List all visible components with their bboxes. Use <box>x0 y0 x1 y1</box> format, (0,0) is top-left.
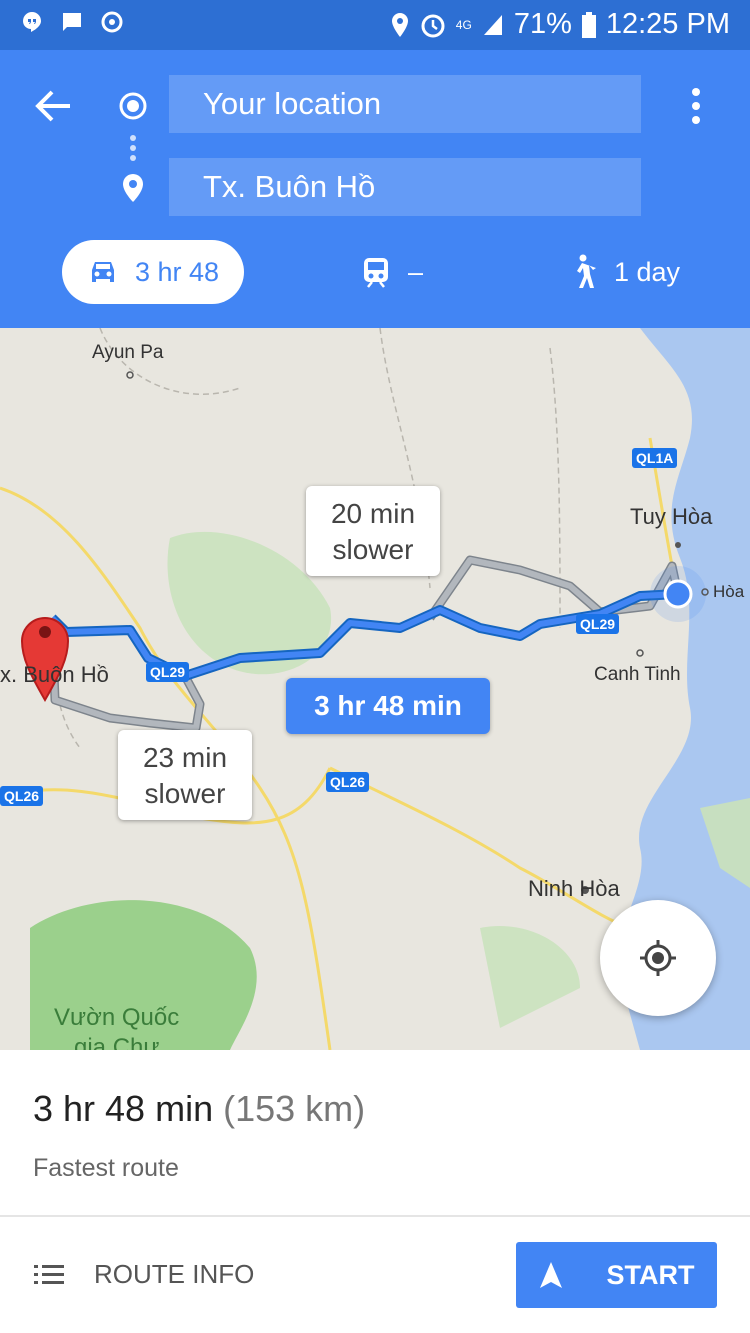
road-shield-ql29: QL29 <box>576 614 620 634</box>
start-label: START <box>606 1259 695 1290</box>
origin-input[interactable]: Your location <box>169 75 641 133</box>
alt-route-1-callout[interactable]: 20 min slower <box>306 486 440 576</box>
origin-location-icon <box>119 92 147 120</box>
duration-text: 3 hr 48 min <box>33 1088 214 1129</box>
destination-marker-dot <box>39 626 51 638</box>
message-icon <box>63 13 81 31</box>
road-shield-ql1a: QL1A <box>632 448 678 468</box>
sync-icon <box>101 11 123 33</box>
place-label: x. Buôn Hồ <box>0 662 109 687</box>
navigation-arrow-icon <box>539 1262 562 1288</box>
place-label: Ayun Pa <box>92 342 164 363</box>
route-duration: 3 hr 48 min (153 km) <box>33 1088 365 1130</box>
crosshair-icon <box>640 940 676 976</box>
park-label: gia Chư <box>74 1034 160 1050</box>
location-icon <box>391 12 408 37</box>
route-info-button[interactable]: ROUTE INFO <box>34 1246 254 1302</box>
list-icon <box>34 1265 64 1284</box>
park-label: Vườn Quốc <box>54 1004 180 1031</box>
mode-walking-tab[interactable]: 1 day <box>570 240 680 304</box>
start-navigation-button[interactable]: START <box>516 1242 717 1308</box>
road-shield-ql29: QL29 <box>146 662 190 682</box>
alt-route-2-time: 23 min <box>142 742 228 773</box>
directions-header: Your location Tx. Buôn Hồ 3 hr 48 – 1 da… <box>0 50 750 328</box>
destination-input[interactable]: Tx. Buôn Hồ <box>169 158 641 216</box>
place-label: Tuy Hòa <box>630 504 713 529</box>
car-icon <box>91 262 114 282</box>
transit-time-label: – <box>408 256 424 287</box>
alt-route-1-time: 20 min <box>330 498 416 529</box>
primary-route-callout[interactable]: 3 hr 48 min <box>286 678 490 734</box>
mode-driving-tab[interactable]: 3 hr 48 <box>62 240 244 304</box>
place-label: Hòa <box>713 582 745 601</box>
hangouts-icon <box>23 12 41 32</box>
network-type-label: 4G <box>455 17 472 32</box>
signal-icon <box>483 14 502 35</box>
walk-icon <box>577 254 596 288</box>
road-shield-ql26: QL26 <box>0 786 44 806</box>
battery-percent: 71% <box>513 8 572 40</box>
alt-route-1-note: slower <box>332 534 414 565</box>
driving-time-label: 3 hr 48 <box>134 256 220 287</box>
my-location-dot[interactable] <box>663 579 693 609</box>
back-arrow-icon[interactable] <box>34 88 74 124</box>
route-dots-icon <box>130 135 136 161</box>
my-location-button[interactable] <box>600 900 716 1016</box>
alt-route-2-callout[interactable]: 23 min slower <box>118 730 252 820</box>
route-map[interactable]: Ayun Pa Tuy Hòa Hòa Canh Tinh x. Buôn Hồ… <box>0 328 750 1050</box>
alarm-icon <box>421 14 445 37</box>
route-summary-panel: 3 hr 48 min (153 km) Fastest route ROUTE … <box>0 1050 750 1333</box>
road-shield-ql26: QL26 <box>326 772 370 792</box>
tuy-hoa-dot <box>675 542 681 548</box>
alt-route-2-note: slower <box>144 778 226 809</box>
divider <box>0 1215 750 1217</box>
distance-text: (153 km) <box>223 1088 366 1129</box>
walking-time-label: 1 day <box>614 256 681 287</box>
status-bar: 4G 71% 12:25 PM <box>0 0 750 50</box>
more-options-icon[interactable] <box>686 86 706 126</box>
destination-pin-icon <box>123 174 143 202</box>
mode-transit-tab[interactable]: – <box>362 240 423 304</box>
travel-mode-tabs: 3 hr 48 – 1 day <box>0 240 750 304</box>
place-label: Canh Tinh <box>594 664 681 685</box>
place-label: Ninh Hòa <box>528 876 620 901</box>
battery-icon <box>581 11 596 38</box>
clock: 12:25 PM <box>605 8 730 40</box>
train-icon <box>364 258 388 288</box>
route-subtitle: Fastest route <box>33 1154 179 1182</box>
route-info-label: ROUTE INFO <box>94 1258 255 1289</box>
